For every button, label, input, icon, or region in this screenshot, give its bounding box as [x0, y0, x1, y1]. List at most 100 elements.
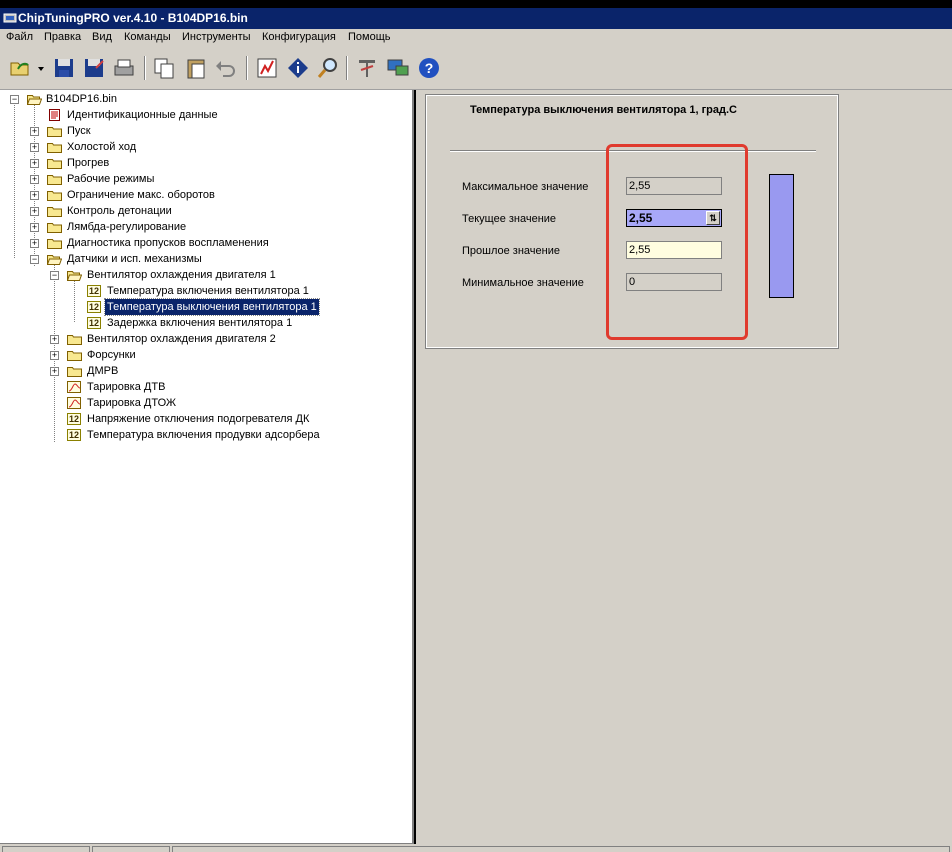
tree-item-label: Холостой ход: [67, 141, 137, 153]
tree-item-start[interactable]: + Пуск: [0, 123, 414, 139]
calibration-curve-icon: [67, 397, 81, 409]
folder-icon: [67, 367, 82, 377]
expand-icon[interactable]: +: [50, 351, 59, 360]
collapse-icon[interactable]: −: [10, 95, 19, 104]
tree-item-sensors[interactable]: − Датчики и исп. механизмы: [0, 251, 414, 267]
save-as-icon[interactable]: [82, 56, 106, 80]
menu-config[interactable]: Конфигурация: [262, 31, 336, 43]
status-bar: [0, 844, 952, 852]
tree-item-lambda[interactable]: + Лямбда-регулирование: [0, 219, 414, 235]
tree-item-fan2[interactable]: + Вентилятор охлаждения двигателя 2: [0, 331, 414, 347]
svg-text:?: ?: [425, 60, 434, 76]
min-value-label: Минимальное значение: [462, 277, 584, 289]
max-value-label: Максимальное значение: [462, 181, 589, 193]
numeric-param-icon: 12: [87, 301, 101, 313]
expand-icon[interactable]: +: [30, 159, 39, 168]
expand-icon[interactable]: +: [30, 191, 39, 200]
tree-item-idle[interactable]: + Холостой ход: [0, 139, 414, 155]
tree-item-fan1-on-temp[interactable]: 12 Температура включения вентилятора 1: [0, 283, 414, 299]
folder-open-icon: [67, 271, 82, 281]
info-icon[interactable]: [286, 56, 310, 80]
current-value-label: Текущее значение: [462, 213, 557, 225]
param-title: Температура выключения вентилятора 1, гр…: [470, 104, 737, 116]
copy-icon[interactable]: [152, 56, 176, 80]
folder-icon: [47, 191, 62, 201]
menu-help[interactable]: Помощь: [348, 31, 391, 43]
title-bar: ChipTuningPRO ver.4.10 - B104DP16.bin: [0, 8, 952, 29]
tree-item-label: Тарировка ДТОЖ: [87, 397, 177, 409]
collapse-icon[interactable]: −: [50, 271, 59, 280]
open-icon[interactable]: [8, 56, 32, 80]
expand-icon[interactable]: +: [30, 239, 39, 248]
tree-item-label: Тарировка ДТВ: [87, 381, 166, 393]
tree-item-label: Вентилятор охлаждения двигателя 2: [87, 333, 276, 345]
expand-icon[interactable]: +: [30, 175, 39, 184]
numeric-param-icon: 12: [67, 413, 81, 425]
folder-icon: [47, 207, 62, 217]
tree-item-rpm-limit[interactable]: + Ограничение макс. оборотов: [0, 187, 414, 203]
tree-item-id-data[interactable]: Идентификационные данные: [0, 107, 414, 123]
undo-icon[interactable]: [214, 56, 238, 80]
tree-item-maf[interactable]: + ДМРВ: [0, 363, 414, 379]
dropdown-arrow-icon[interactable]: [35, 56, 47, 80]
tree-item-dtv-calib[interactable]: Тарировка ДТВ: [0, 379, 414, 395]
tree-item-label: Задержка включения вентилятора 1: [107, 317, 293, 329]
tree-item-label: Пуск: [67, 125, 91, 137]
toolbar-separator: [144, 56, 146, 80]
menu-view[interactable]: Вид: [92, 31, 112, 43]
menu-file[interactable]: Файл: [6, 31, 33, 43]
print-icon[interactable]: [112, 56, 136, 80]
tree-item-fan1[interactable]: − Вентилятор охлаждения двигателя 1: [0, 267, 414, 283]
toolbar: ?: [0, 47, 952, 90]
tree-item-label: Температура выключения вентилятора 1: [104, 298, 320, 316]
folder-icon: [67, 335, 82, 345]
tree-item-modes[interactable]: + Рабочие режимы: [0, 171, 414, 187]
tree-item-label: Температура включения вентилятора 1: [107, 285, 309, 297]
search-icon[interactable]: [316, 56, 340, 80]
expand-icon[interactable]: +: [30, 223, 39, 232]
menu-tools[interactable]: Инструменты: [182, 31, 251, 43]
expand-icon[interactable]: +: [30, 143, 39, 152]
tree-item-label: Идентификационные данные: [67, 109, 218, 121]
tree-item-knock[interactable]: + Контроль детонации: [0, 203, 414, 219]
tree-item-warmup[interactable]: + Прогрев: [0, 155, 414, 171]
tree-item-label: Напряжение отключения подогревателя ДК: [87, 413, 310, 425]
tree-item-label: B104DP16.bin: [46, 93, 117, 105]
tree-item-heater-voltage[interactable]: 12 Напряжение отключения подогревателя ДК: [0, 411, 414, 427]
menu-commands[interactable]: Команды: [124, 31, 171, 43]
network-icon[interactable]: [386, 56, 410, 80]
folder-icon: [47, 127, 62, 137]
tree-item-purge-temp[interactable]: 12 Температура включения продувки адсорбе…: [0, 427, 414, 443]
tree-root[interactable]: − B104DP16.bin: [0, 91, 414, 107]
tree-item-label: ДМРВ: [87, 365, 119, 377]
app-icon: [3, 13, 17, 23]
numeric-param-icon: 12: [87, 285, 101, 297]
tree-item-fan1-off-temp[interactable]: 12 Температура выключения вентилятора 1: [0, 298, 414, 316]
toolbar-separator: [346, 56, 348, 80]
folder-icon: [47, 239, 62, 249]
calibration-curve-icon: [67, 381, 81, 393]
paste-icon[interactable]: [184, 56, 208, 80]
tree-item-label: Вентилятор охлаждения двигателя 1: [87, 269, 276, 281]
expand-icon[interactable]: +: [30, 127, 39, 136]
tree-item-misfire[interactable]: + Диагностика пропусков воспламенения: [0, 235, 414, 251]
save-icon[interactable]: [52, 56, 76, 80]
tools-icon[interactable]: [355, 56, 379, 80]
document-icon: [49, 109, 60, 121]
toolbar-separator: [246, 56, 248, 80]
tree-item-fan1-delay[interactable]: 12 Задержка включения вентилятора 1: [0, 315, 414, 331]
expand-icon[interactable]: +: [30, 207, 39, 216]
expand-icon[interactable]: +: [50, 367, 59, 376]
expand-icon[interactable]: +: [50, 335, 59, 344]
chart-icon[interactable]: [255, 56, 279, 80]
previous-value-label: Прошлое значение: [462, 245, 560, 257]
tree-item-label: Лямбда-регулирование: [67, 221, 187, 233]
tree-item-injectors[interactable]: + Форсунки: [0, 347, 414, 363]
menu-edit[interactable]: Правка: [44, 31, 81, 43]
help-icon[interactable]: ?: [417, 56, 441, 80]
tree-item-label: Форсунки: [87, 349, 136, 361]
collapse-icon[interactable]: −: [30, 255, 39, 264]
tree-item-dtozh-calib[interactable]: Тарировка ДТОЖ: [0, 395, 414, 411]
folder-icon: [47, 159, 62, 169]
folder-icon: [47, 223, 62, 233]
